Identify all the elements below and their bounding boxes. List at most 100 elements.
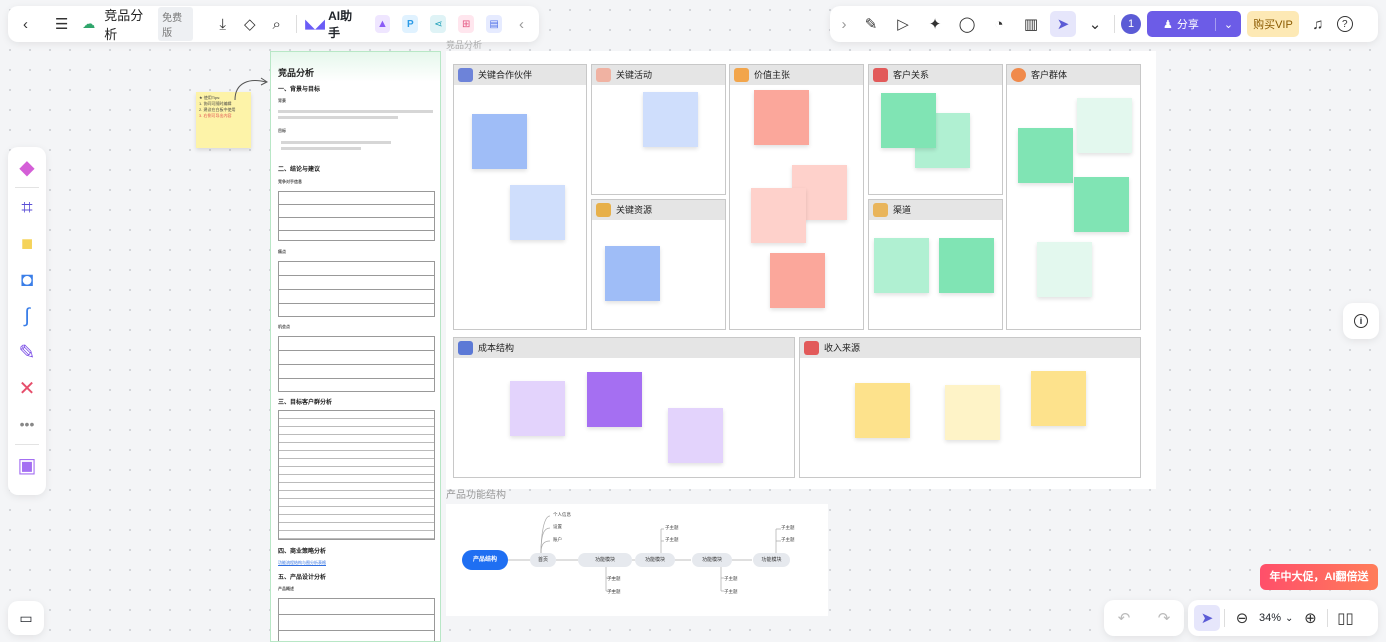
mindmap-app-icon[interactable]: ⋖ [430,15,447,33]
mindmap-leaf[interactable]: 子主题 [724,576,738,582]
sticky-note[interactable] [1031,371,1086,426]
mindmap-icon[interactable]: ✕ [9,370,45,406]
top-left-toolbar: ‹ ☰ ☁ 竞品分析 免费版 ⤓ ◇ ⌕ ◣◢ AI助手 ▲ P ⋖ ⊞ ▤ ‹ [8,6,539,42]
connector-icon[interactable]: ∫ [9,298,45,334]
mindmap-node[interactable]: 功能模块 [692,553,732,567]
share-dropdown-icon[interactable]: ⌄ [1214,17,1241,31]
expand-chevron-icon[interactable]: › [836,11,852,37]
share-button[interactable]: ♟ 分享 ⌄ [1147,11,1242,37]
mindmap-leaf[interactable]: 子主题 [724,589,738,595]
sticky-note[interactable] [855,383,910,438]
share-user-icon: ♟ [1163,18,1173,31]
chat-app-icon[interactable]: ▤ [486,15,503,33]
sticky-note[interactable] [754,90,809,145]
mindmap-leaf[interactable]: 子主题 [665,537,679,543]
celebrate-icon[interactable]: ✦ [922,11,948,37]
back-icon[interactable]: ‹ [14,11,37,37]
help-icon[interactable]: ? [1336,16,1353,32]
download-icon[interactable]: ⤓ [211,11,234,37]
image-gen-icon[interactable]: ▲ [374,15,391,33]
sticky-note[interactable] [472,114,527,169]
doc-subheading: 目标 [278,128,286,133]
sticky-note[interactable] [1037,242,1092,297]
apps-icon[interactable]: ▣ [9,447,45,483]
shape-icon[interactable]: ◘ [9,262,45,298]
opportunity-table [278,336,435,392]
vote-icon[interactable]: ▥ [1018,11,1044,37]
more-down-icon[interactable]: ⌄ [1082,11,1108,37]
doc-link[interactable]: 功能流程结构与图分析表格 [278,560,326,566]
ai-assistant-button[interactable]: ◣◢ AI助手 [305,7,357,41]
mindmap-node[interactable]: 首页 [530,553,556,567]
zoom-out-icon[interactable]: ⊖ [1229,605,1255,631]
info-button[interactable]: i [1343,303,1379,339]
redo-icon[interactable]: ↷ [1151,605,1177,631]
ppt-icon[interactable]: P [402,15,419,33]
cell-title: 客户关系 [893,70,930,80]
sticky-note[interactable] [605,246,660,301]
sticky-note[interactable] [668,408,723,463]
sticky-note[interactable] [510,381,565,436]
sticky-note[interactable] [751,188,806,243]
mindmap-leaf[interactable]: 子主题 [607,576,621,582]
tag-icon[interactable]: ◇ [238,11,261,37]
undo-icon[interactable]: ↶ [1111,605,1137,631]
zoom-dropdown-icon[interactable]: ⌄ [1285,613,1293,624]
collapse-chevron-icon[interactable]: ‹ [510,11,533,37]
sticky-note[interactable] [1018,128,1073,183]
ai-pen-icon[interactable]: ✎ [858,11,884,37]
mindmap-node[interactable]: 功能模块 [578,553,632,567]
promo-banner[interactable]: 年中大促，AI翻倍送 [1260,564,1378,590]
mindmap-leaf[interactable]: 设置 [553,524,562,530]
sticky-note[interactable] [643,92,698,147]
mindmap-leaf[interactable]: 个人信息 [553,512,571,518]
buy-vip-button[interactable]: 购买VIP [1247,11,1299,37]
mindmap-node[interactable]: 功能模块 [635,553,675,567]
comment-icon[interactable]: ◯ [954,11,980,37]
sticky-note[interactable] [770,253,825,308]
map-icon[interactable]: ▯▯ [1332,605,1358,631]
flowchart-app-icon[interactable]: ⊞ [458,15,475,33]
sticky-note[interactable] [587,372,642,427]
mindmap-leaf[interactable]: 子主题 [781,525,795,531]
cell-title: 收入来源 [824,343,861,353]
zoom-in-icon[interactable]: ⊕ [1297,605,1323,631]
follow-cursor-icon[interactable]: ➤ [1050,11,1076,37]
sticky-note-icon[interactable]: ■ [9,226,45,262]
sticky-note[interactable] [881,93,936,148]
notification-bell-icon[interactable]: ♫ [1305,11,1331,37]
mindmap-leaf[interactable]: 子主题 [607,589,621,595]
mindmap-leaf[interactable]: 账户 [553,537,562,543]
play-presentation-icon[interactable]: ▷ [890,11,916,37]
mindmap-node[interactable]: 功能模块 [753,553,790,567]
timer-icon[interactable]: ◔ [986,11,1012,37]
more-tools-icon[interactable]: ••• [9,406,45,442]
undo-redo-bar: ↶ ↷ [1104,600,1184,636]
sticky-note[interactable] [510,185,565,240]
search-icon[interactable]: ⌕ [265,11,288,37]
frame-icon[interactable]: ⌗ [9,190,45,226]
tools-icon [596,203,611,217]
template-icon[interactable]: ◆ [9,149,45,185]
bar-chart-icon [873,68,888,82]
zoom-level[interactable]: 34% [1259,612,1281,624]
mindmap-leaf[interactable]: 子主题 [781,537,795,543]
sticky-note[interactable] [1074,177,1129,232]
sticky-note[interactable] [939,238,994,293]
online-user-count[interactable]: 1 [1121,14,1141,34]
document-title[interactable]: 竞品分析 [104,5,150,43]
sticky-note[interactable] [945,385,1000,440]
top-right-toolbar: › ✎ ▷ ✦ ◯ ◔ ▥ ➤ ⌄ 1 ♟ 分享 ⌄ 购买VIP ♫ ? [830,6,1378,42]
competitive-analysis-doc[interactable]: 竞品分析 一、背景与目标 背景 目标 二、结论与建议 竞争对手信息 痛点 机会点… [270,51,441,642]
menu-icon[interactable]: ☰ [50,11,73,37]
pen-icon[interactable]: ✎ [9,334,45,370]
arrow-connector [234,77,268,101]
select-pointer-icon[interactable]: ➤ [1194,605,1220,631]
sticky-note[interactable] [1077,98,1132,153]
doc-section-heading: 一、背景与目标 [278,87,321,93]
mindmap-root-node[interactable]: 产品结构 [462,550,508,570]
minimap-button[interactable]: ▭ [8,601,44,635]
sticky-note[interactable] [874,238,929,293]
mindmap-leaf[interactable]: 子主题 [665,525,679,531]
doc-section-heading: 二、结论与建议 [278,167,321,173]
